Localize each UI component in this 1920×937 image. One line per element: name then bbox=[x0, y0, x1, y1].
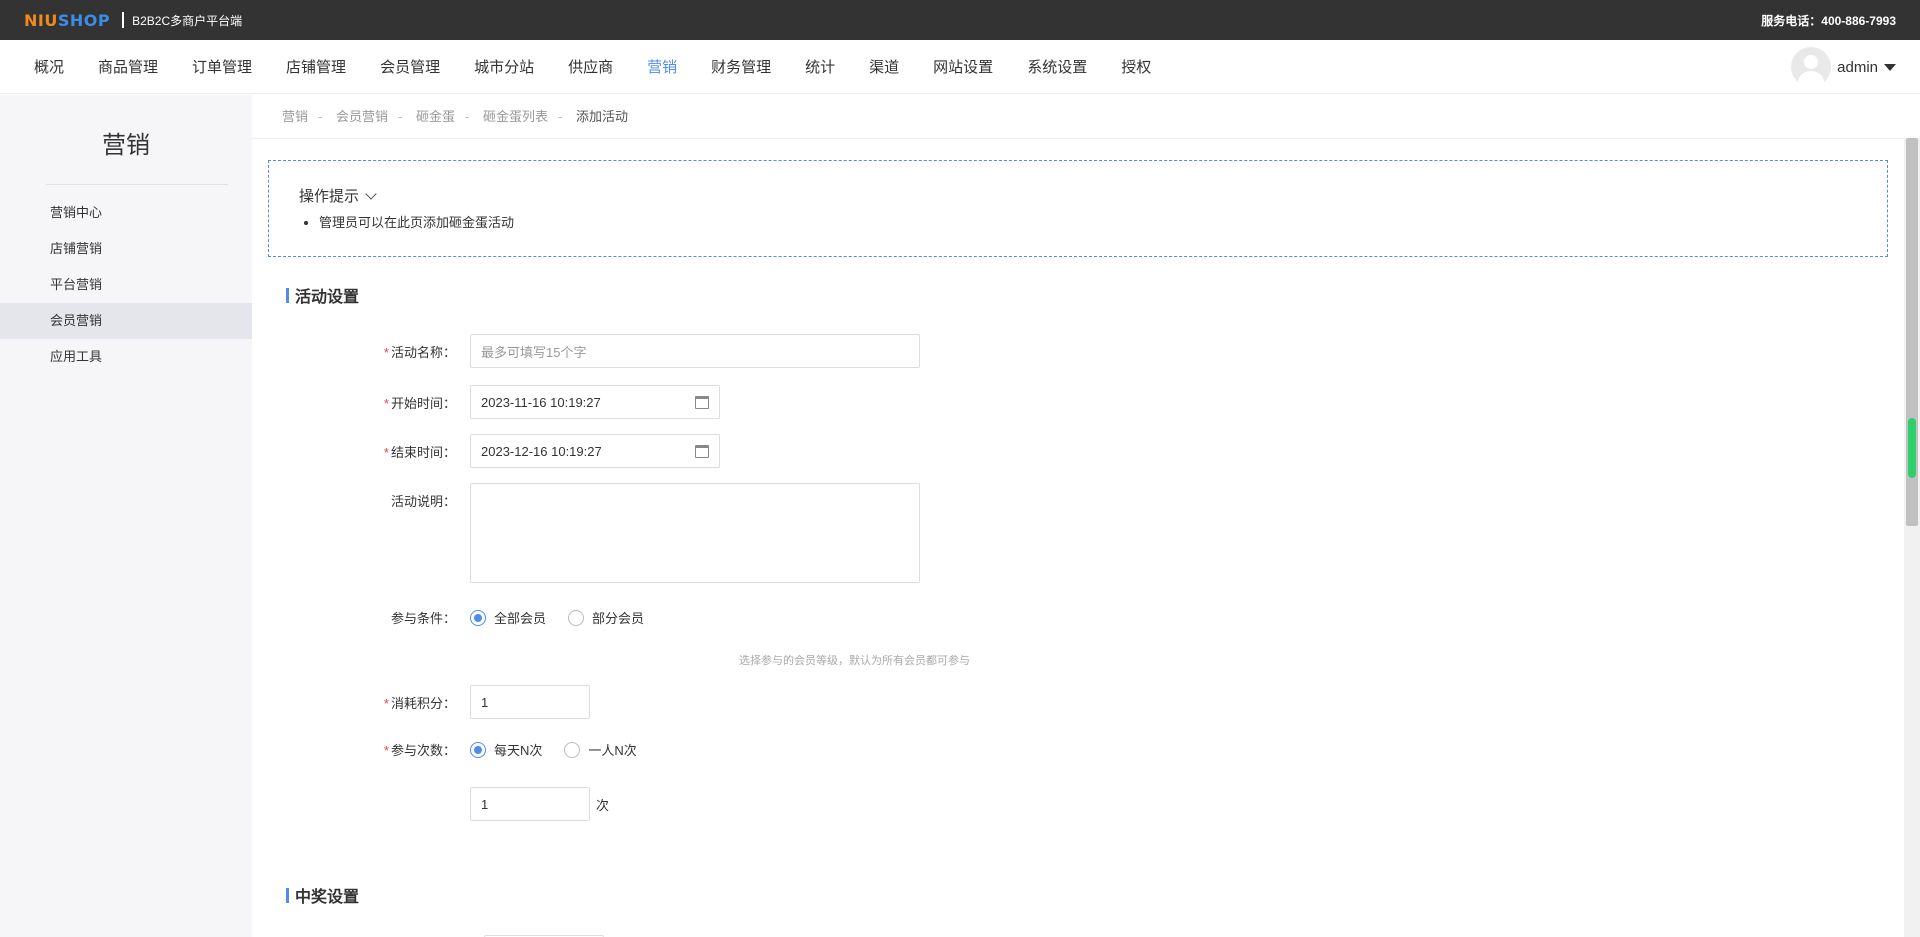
breadcrumb: 营销 - 会员营销 - 砸金蛋 - 砸金蛋列表 - 添加活动 bbox=[252, 95, 1904, 139]
radio-dot[interactable] bbox=[568, 609, 585, 626]
tips-title: 操作提示 bbox=[299, 188, 360, 205]
radio-dot[interactable] bbox=[564, 741, 581, 758]
label-start-time: 开始时间： bbox=[390, 395, 456, 411]
sidebar-list: 营销中心 店铺营销 平台营销 会员营销 应用工具 bbox=[0, 195, 252, 375]
row-points: * 消耗积分： 1 bbox=[252, 685, 590, 719]
label-times: 参与次数： bbox=[390, 743, 456, 758]
username[interactable]: admin bbox=[1837, 59, 1878, 76]
row-times-count: 1 次 bbox=[252, 787, 609, 821]
sidebar: 营销 营销中心 店铺营销 平台营销 会员营销 应用工具 bbox=[0, 95, 252, 937]
nav-item-finance[interactable]: 财务管理 bbox=[711, 56, 771, 77]
label-points: 消耗积分： bbox=[390, 695, 456, 711]
main-content: 营销- 会员营销- 砸金蛋- 砸金蛋列表- 添加活动 操作提示 管理员可以在此页… bbox=[252, 95, 1904, 937]
radio-label: 部分会员 bbox=[592, 611, 645, 626]
caret-down-icon[interactable] bbox=[1884, 63, 1896, 71]
radio-per-day[interactable]: 每天N次 bbox=[470, 740, 542, 759]
nav-item-statistics[interactable]: 统计 bbox=[805, 56, 835, 77]
nav-item-suppliers[interactable]: 供应商 bbox=[568, 56, 613, 77]
breadcrumb-item[interactable]: 会员营销 bbox=[336, 109, 388, 124]
radio-label: 每天N次 bbox=[494, 743, 543, 758]
logo-divider bbox=[122, 12, 125, 28]
row-condition: 参与条件： 全部会员 部分会员 bbox=[252, 608, 666, 627]
radio-dot[interactable] bbox=[470, 741, 486, 758]
avatar[interactable] bbox=[1791, 47, 1832, 87]
sidebar-item-marketing-center[interactable]: 营销中心 bbox=[0, 195, 252, 231]
breadcrumb-item[interactable]: 营销 bbox=[282, 109, 308, 124]
row-description: 活动说明： bbox=[252, 483, 920, 583]
nav-item-overview[interactable]: 概况 bbox=[34, 56, 64, 77]
nav-item-channels[interactable]: 渠道 bbox=[869, 56, 899, 77]
times-count-value: 1 bbox=[481, 796, 489, 812]
tips-toggle[interactable]: 操作提示 bbox=[299, 185, 1857, 206]
sidebar-title: 营销 bbox=[102, 132, 150, 159]
logo-text-part1: NIU bbox=[24, 10, 58, 30]
tips-list: 管理员可以在此页添加砸金蛋活动 bbox=[299, 212, 1857, 231]
service-phone: 服务电话：400-886-7993 bbox=[1761, 13, 1896, 28]
scroll-indicator bbox=[1908, 418, 1916, 478]
operation-tips: 操作提示 管理员可以在此页添加砸金蛋活动 bbox=[268, 160, 1888, 257]
section-title-prize: 中奖设置 bbox=[286, 883, 359, 907]
description-textarea[interactable] bbox=[470, 483, 920, 583]
user-menu[interactable]: admin bbox=[1791, 47, 1896, 87]
row-end-time: * 结束时间： 2023-12-16 10:19:27 bbox=[252, 434, 720, 468]
radio-label: 一人N次 bbox=[588, 743, 637, 758]
tips-item: 管理员可以在此页添加砸金蛋活动 bbox=[319, 212, 1857, 231]
sidebar-item-app-tools[interactable]: 应用工具 bbox=[0, 339, 252, 375]
radio-per-person[interactable]: 一人N次 bbox=[564, 740, 637, 759]
row-times: * 参与次数： 每天N次 一人N次 bbox=[252, 740, 659, 759]
nav-item-marketing[interactable]: 营销 bbox=[647, 56, 677, 77]
end-time-value: 2023-12-16 10:19:27 bbox=[481, 443, 602, 459]
label-activity-name: 活动名称： bbox=[390, 344, 456, 360]
radio-label: 全部会员 bbox=[494, 611, 547, 626]
radio-all-members[interactable]: 全部会员 bbox=[470, 608, 546, 627]
nav-item-license[interactable]: 授权 bbox=[1121, 56, 1151, 77]
breadcrumb-current: 添加活动 bbox=[575, 109, 628, 124]
row-start-time: * 开始时间： 2023-11-16 10:19:27 bbox=[252, 385, 720, 419]
sidebar-divider bbox=[46, 184, 228, 185]
section-title-activity: 活动设置 bbox=[286, 283, 359, 307]
breadcrumb-item[interactable]: 砸金蛋 bbox=[416, 109, 455, 124]
scrollbar[interactable] bbox=[1904, 138, 1920, 937]
niushop-logo[interactable]: NIU SHOP bbox=[24, 11, 110, 30]
label-condition: 参与条件： bbox=[390, 611, 456, 626]
end-time-input[interactable]: 2023-12-16 10:19:27 bbox=[470, 434, 720, 468]
nav-item-goods[interactable]: 商品管理 bbox=[98, 56, 158, 77]
nav-item-city-stations[interactable]: 城市分站 bbox=[474, 56, 534, 77]
calendar-icon[interactable] bbox=[695, 444, 709, 458]
activity-name-input[interactable]: 最多可填写15个字 bbox=[470, 334, 920, 368]
platform-name: B2B2C多商户平台端 bbox=[132, 13, 243, 28]
label-description: 活动说明： bbox=[390, 494, 456, 509]
main-nav: 概况 商品管理 订单管理 店铺管理 会员管理 城市分站 供应商 营销 财务管理 … bbox=[0, 40, 1920, 94]
label-end-time: 结束时间： bbox=[390, 444, 456, 460]
nav-item-members[interactable]: 会员管理 bbox=[380, 56, 440, 77]
calendar-icon[interactable] bbox=[695, 395, 709, 409]
nav-item-system-settings[interactable]: 系统设置 bbox=[1027, 56, 1087, 77]
start-time-input[interactable]: 2023-11-16 10:19:27 bbox=[470, 385, 720, 419]
times-unit: 次 bbox=[596, 797, 610, 813]
activity-name-placeholder: 最多可填写15个字 bbox=[481, 344, 587, 360]
sidebar-item-shop-marketing[interactable]: 店铺营销 bbox=[0, 231, 252, 267]
logo-text-part2: SHOP bbox=[57, 10, 111, 30]
nav-item-orders[interactable]: 订单管理 bbox=[192, 56, 252, 77]
points-value: 1 bbox=[481, 694, 489, 710]
breadcrumb-item[interactable]: 砸金蛋列表 bbox=[483, 109, 548, 124]
sidebar-item-platform-marketing[interactable]: 平台营销 bbox=[0, 267, 252, 303]
points-input[interactable]: 1 bbox=[470, 685, 590, 719]
condition-hint: 选择参与的会员等级，默认为所有会员都可参与 bbox=[739, 655, 970, 667]
sidebar-item-member-marketing[interactable]: 会员营销 bbox=[0, 303, 252, 339]
row-activity-name: * 活动名称： 最多可填写15个字 bbox=[252, 334, 920, 368]
radio-some-members[interactable]: 部分会员 bbox=[568, 608, 644, 627]
nav-item-site-settings[interactable]: 网站设置 bbox=[933, 56, 993, 77]
times-count-input[interactable]: 1 bbox=[470, 787, 590, 821]
radio-dot[interactable] bbox=[470, 609, 486, 626]
start-time-value: 2023-11-16 10:19:27 bbox=[481, 394, 601, 410]
top-bar: NIU SHOP B2B2C多商户平台端 服务电话：400-886-7993 bbox=[0, 0, 1920, 40]
chevron-down-icon[interactable] bbox=[365, 187, 377, 200]
nav-item-shops[interactable]: 店铺管理 bbox=[286, 56, 346, 77]
